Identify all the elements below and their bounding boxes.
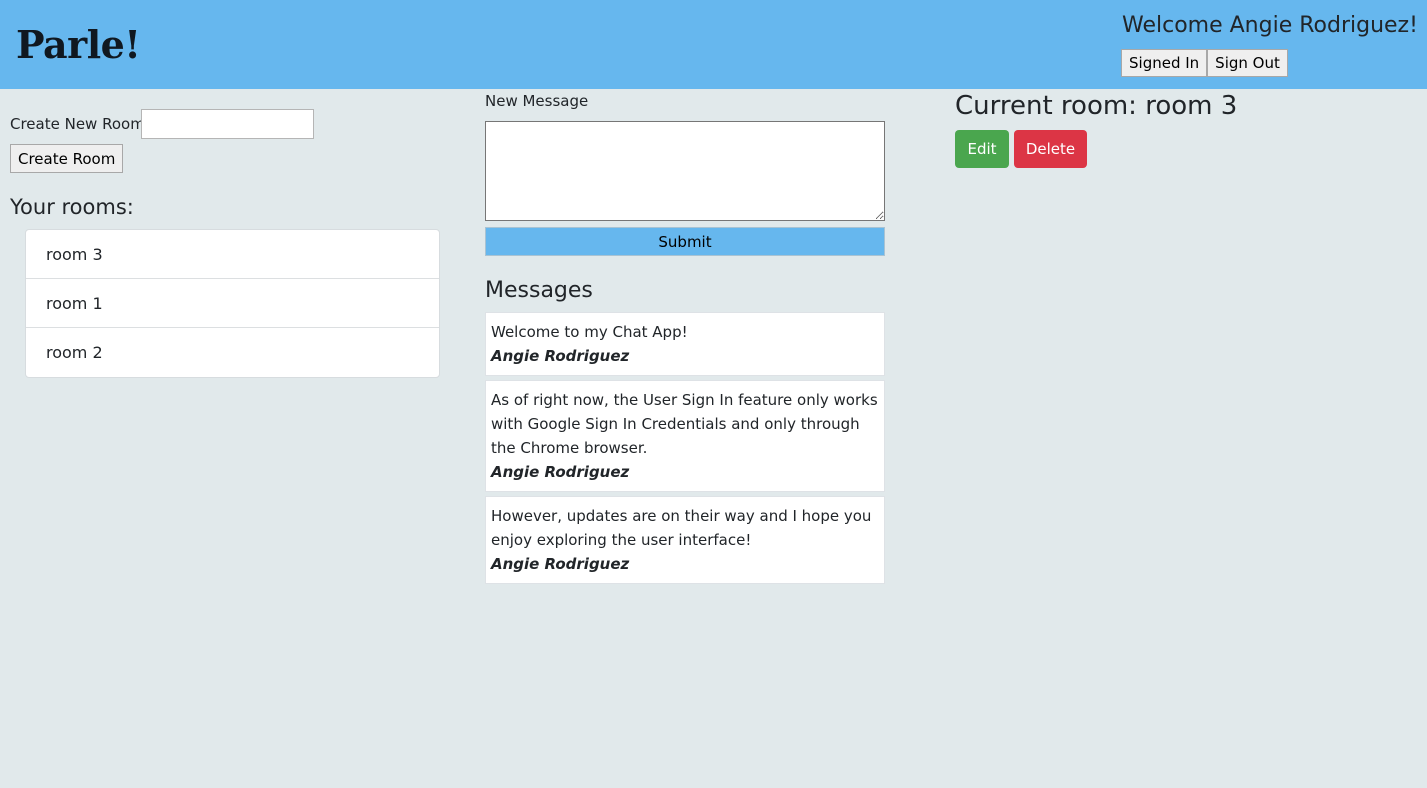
room-list: room 3 room 1 room 2: [25, 229, 440, 378]
message-text: However, updates are on their way and I …: [491, 507, 872, 549]
delete-room-button[interactable]: Delete: [1014, 130, 1087, 168]
message-text: As of right now, the User Sign In featur…: [491, 391, 878, 457]
auth-buttons: Signed In Sign Out: [1121, 49, 1288, 77]
messages-heading: Messages: [485, 278, 593, 303]
signed-in-button[interactable]: Signed In: [1121, 49, 1208, 77]
message-text: Welcome to my Chat App!: [491, 323, 688, 341]
message-author: Angie Rodriguez: [491, 555, 630, 573]
message-author: Angie Rodriguez: [491, 463, 630, 481]
message-author: Angie Rodriguez: [491, 347, 630, 365]
app-logo: Parle!: [16, 22, 141, 67]
welcome-message: Welcome Angie Rodriguez!: [1122, 13, 1418, 38]
message-card: Welcome to my Chat App! Angie Rodriguez: [485, 312, 885, 376]
new-message-label: New Message: [485, 92, 589, 110]
current-room-title: Current room: room 3: [955, 91, 1238, 121]
create-room-input[interactable]: [141, 109, 314, 139]
message-card: As of right now, the User Sign In featur…: [485, 380, 885, 492]
edit-room-button[interactable]: Edit: [955, 130, 1009, 168]
room-item-room-2[interactable]: room 2: [26, 328, 439, 377]
room-item-room-3[interactable]: room 3: [26, 230, 439, 279]
room-item-room-1[interactable]: room 1: [26, 279, 439, 328]
message-card: However, updates are on their way and I …: [485, 496, 885, 584]
app-header: Parle! Welcome Angie Rodriguez! Signed I…: [0, 0, 1427, 89]
rooms-heading: Your rooms:: [10, 195, 134, 219]
create-room-button[interactable]: Create Room: [10, 144, 124, 173]
new-message-textarea[interactable]: [485, 121, 885, 221]
create-room-label: Create New Room: [10, 115, 145, 133]
submit-message-button[interactable]: Submit: [485, 227, 885, 256]
sign-out-button[interactable]: Sign Out: [1207, 49, 1288, 77]
